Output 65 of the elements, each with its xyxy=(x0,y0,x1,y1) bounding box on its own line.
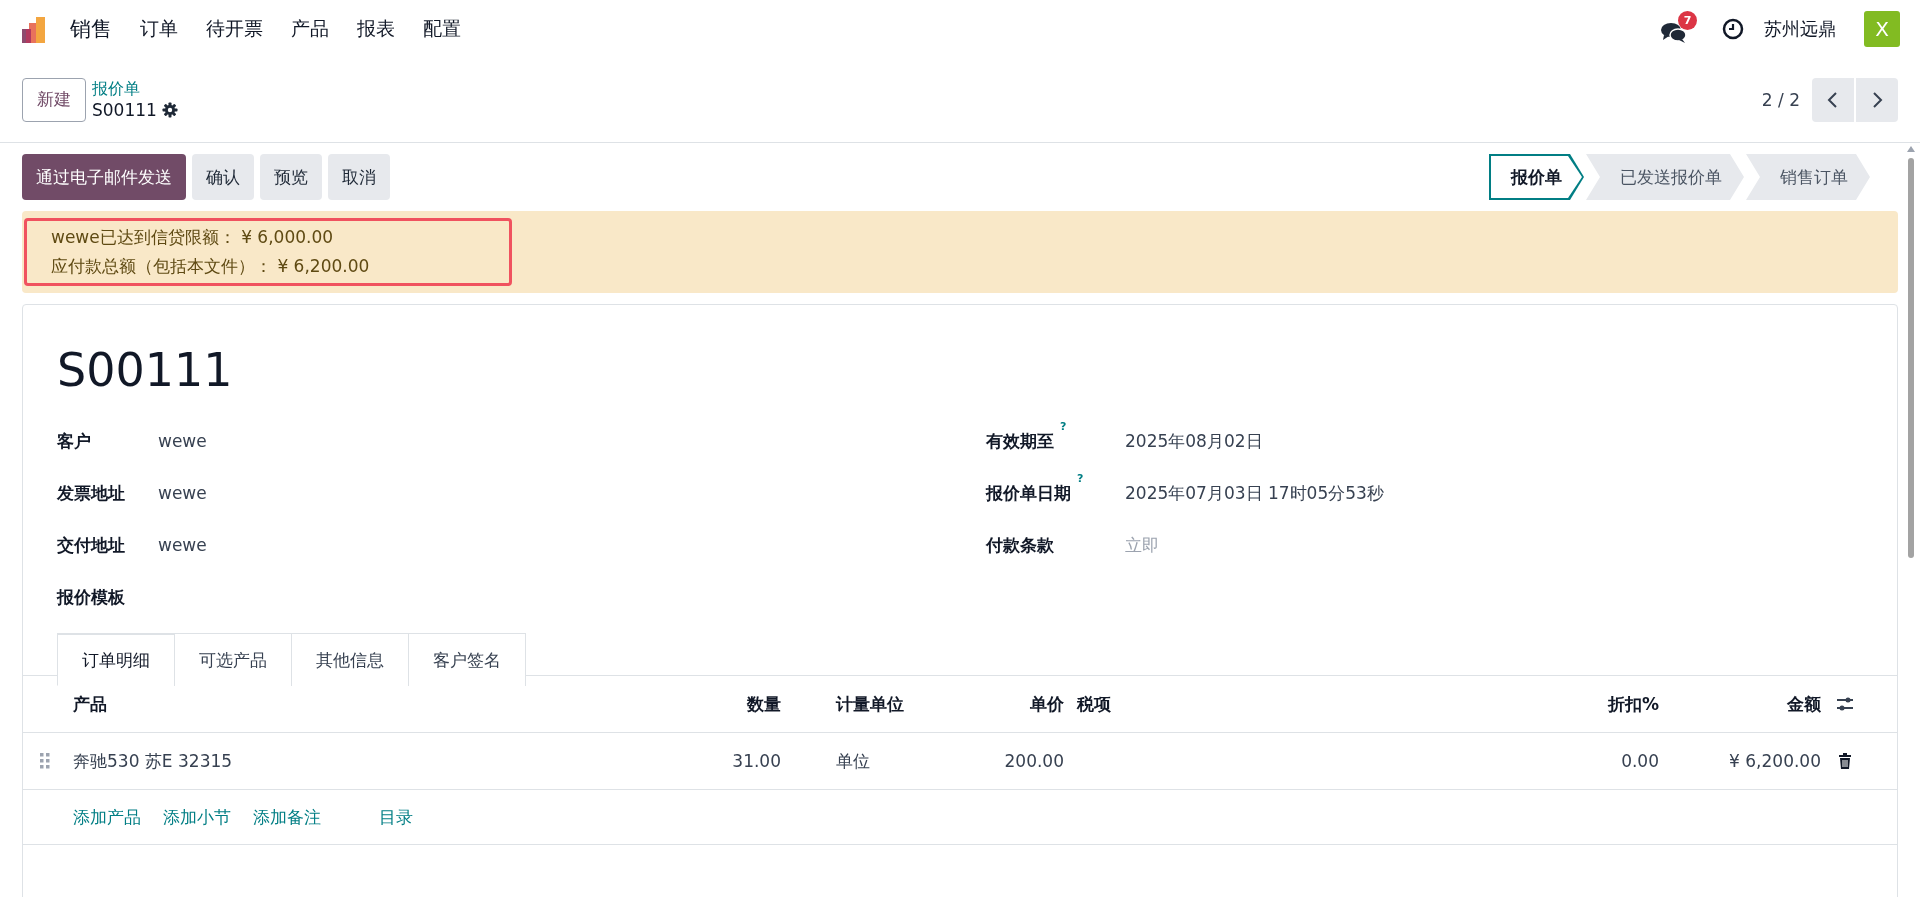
field-label: 付款条款 xyxy=(986,533,1054,557)
action-button[interactable]: 取消 xyxy=(328,154,390,200)
field-label: 有效期至 xyxy=(986,429,1054,453)
field-value[interactable]: 2025年08月02日 xyxy=(1125,429,1263,453)
clock-icon[interactable] xyxy=(1722,17,1744,40)
record-name: S00111 xyxy=(92,100,157,120)
column-header: 税项 xyxy=(1075,692,1112,716)
table-cell-text: 奔驰530 苏E 32315 xyxy=(73,749,234,773)
add-line-link[interactable]: 目录 xyxy=(379,805,413,829)
column-header: 单价 xyxy=(1029,692,1064,716)
field-value[interactable]: 2025年07月03日 17时05分53秒 xyxy=(1125,481,1384,505)
notification-badge: 7 xyxy=(1678,10,1697,30)
drag-handle-icon[interactable] xyxy=(39,752,51,770)
column-header: 产品 xyxy=(73,692,108,716)
tab[interactable]: 订单明细 xyxy=(57,633,175,686)
settings-icon[interactable] xyxy=(161,102,178,118)
action-button[interactable]: 通过电子邮件发送 xyxy=(22,154,186,200)
add-line-link[interactable]: 添加备注 xyxy=(253,805,321,829)
action-button[interactable]: 确认 xyxy=(192,154,254,200)
menu-item[interactable]: 待开票 xyxy=(206,15,263,42)
field-label: 交付地址 xyxy=(57,534,125,555)
field-value[interactable]: wewe xyxy=(158,535,207,555)
field-label: 报价单日期 xyxy=(986,481,1071,505)
help-icon[interactable]: ? xyxy=(1060,419,1067,453)
status-step[interactable]: 已发送报价单 xyxy=(1586,154,1744,200)
column-header: 金额 xyxy=(1786,692,1821,716)
add-line-link[interactable]: 添加产品 xyxy=(73,805,141,829)
status-step[interactable]: 销售订单 xyxy=(1746,154,1870,200)
breadcrumb-link[interactable]: 报价单 xyxy=(92,79,178,100)
field-value[interactable]: wewe xyxy=(158,431,207,451)
previous-button[interactable] xyxy=(1812,77,1854,122)
next-button[interactable] xyxy=(1856,77,1898,122)
chevron-right-icon xyxy=(1870,90,1884,109)
tab[interactable]: 可选产品 xyxy=(174,633,292,686)
field-label: 报价模板 xyxy=(57,586,125,607)
warning-text: wewe已达到信贷限额： ¥ 6,000.00 xyxy=(51,226,335,249)
help-icon[interactable]: ? xyxy=(1077,471,1084,505)
company-name[interactable]: 苏州远鼎 xyxy=(1764,16,1836,41)
menu-item[interactable]: 订单 xyxy=(140,15,178,42)
field-value[interactable]: wewe xyxy=(158,483,207,503)
app-name[interactable]: 销售 xyxy=(70,14,112,43)
column-header: 折扣% xyxy=(1606,692,1659,716)
table-cell-text: 单位 xyxy=(835,749,871,773)
pager-counter: 2 / 2 xyxy=(1761,89,1800,110)
menu-item[interactable]: 产品 xyxy=(291,15,329,42)
status-step[interactable]: 报价单 xyxy=(1489,154,1584,200)
menu-item[interactable]: 配置 xyxy=(423,15,461,42)
record-title: S00111 xyxy=(56,342,234,399)
table-cell-text: ¥ 6,200.00 xyxy=(1728,751,1821,771)
column-header: 计量单位 xyxy=(834,692,905,716)
table-cell-text: 200.00 xyxy=(1003,751,1064,771)
menu-item[interactable]: 报表 xyxy=(357,15,395,42)
column-header: 数量 xyxy=(746,692,781,716)
chevron-left-icon xyxy=(1826,90,1840,109)
field-label: 客户 xyxy=(57,430,91,451)
warning-text: 应付款总额（包括本文件）： ¥ 6,200.00 xyxy=(51,255,371,278)
column-settings-icon[interactable] xyxy=(1836,695,1854,713)
new-button[interactable]: 新建 xyxy=(22,77,86,122)
table-cell-text: 0.00 xyxy=(1620,751,1659,771)
field-label: 发票地址 xyxy=(57,482,125,503)
action-button[interactable]: 预览 xyxy=(260,154,322,200)
delete-icon[interactable] xyxy=(1836,752,1854,770)
add-line-link[interactable]: 添加小节 xyxy=(163,805,231,829)
table-cell-text: 31.00 xyxy=(731,751,781,771)
tab[interactable]: 客户签名 xyxy=(408,633,526,686)
